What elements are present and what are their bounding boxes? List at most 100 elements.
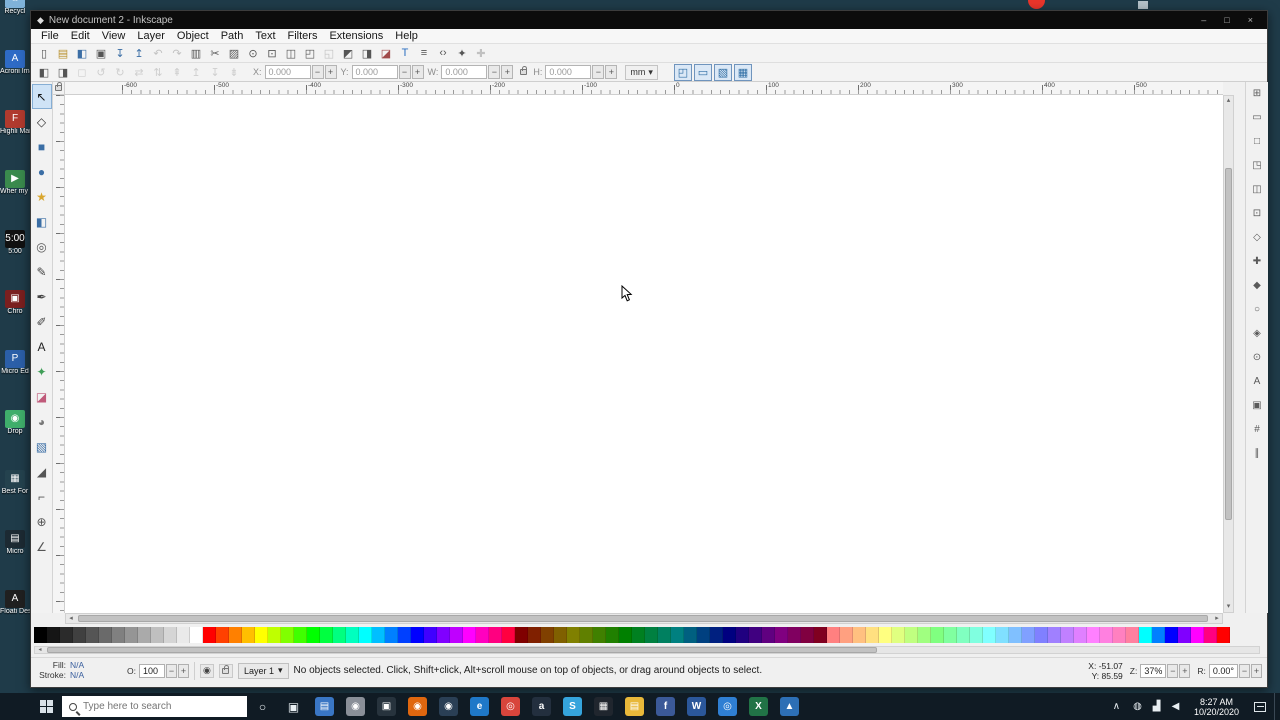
menu-item[interactable]: Text <box>249 30 281 42</box>
file-explorer-app[interactable]: ▤ <box>309 693 340 720</box>
vertical-scrollbar-thumb[interactable] <box>1225 168 1232 520</box>
color-swatch[interactable] <box>515 627 528 643</box>
pencil-tool[interactable]: ✎ <box>32 259 52 284</box>
rotate-ccw-button[interactable]: ↺ <box>92 64 110 80</box>
color-swatch[interactable] <box>411 627 424 643</box>
fill-stroke-dialog-button[interactable]: ◪ <box>377 45 395 61</box>
vertical-ruler[interactable] <box>53 95 65 613</box>
opacity-decrease-button[interactable]: − <box>165 663 177 678</box>
network-icon[interactable]: ▟ <box>1147 693 1166 720</box>
color-swatch[interactable] <box>970 627 983 643</box>
steam-app[interactable]: ◉ <box>433 693 464 720</box>
color-swatch[interactable] <box>567 627 580 643</box>
color-swatch[interactable] <box>866 627 879 643</box>
color-swatch[interactable] <box>853 627 866 643</box>
menu-item[interactable]: Extensions <box>323 30 389 42</box>
color-swatch[interactable] <box>736 627 749 643</box>
paint-app[interactable]: ▲ <box>774 693 805 720</box>
color-swatch[interactable] <box>1087 627 1100 643</box>
media-app[interactable]: ▣ <box>371 693 402 720</box>
color-swatch[interactable] <box>983 627 996 643</box>
color-swatch[interactable] <box>307 627 320 643</box>
snap-bbox-centers-button[interactable]: ⊡ <box>1249 205 1266 221</box>
color-swatch[interactable] <box>918 627 931 643</box>
horizontal-scrollbar-thumb[interactable] <box>78 615 1208 622</box>
increment-button[interactable]: + <box>411 65 424 79</box>
node-tool[interactable]: ◇ <box>32 109 52 134</box>
color-swatch[interactable] <box>1061 627 1074 643</box>
zoom-tool[interactable]: ⊕ <box>32 509 52 534</box>
layer-selector[interactable]: Layer 1 ▾ <box>237 662 289 679</box>
amazon-app[interactable]: a <box>526 693 557 720</box>
scroll-up-icon[interactable]: ▴ <box>1224 96 1233 106</box>
import-button[interactable]: ↧ <box>111 45 129 61</box>
bucket-fill-tool[interactable]: ◕ <box>32 409 52 434</box>
desktop-icon[interactable]: ▤ Micro <box>0 530 30 556</box>
ungroup-button[interactable]: ◨ <box>358 45 376 61</box>
minimize-button[interactable]: – <box>1201 15 1206 25</box>
color-swatch[interactable] <box>1009 627 1022 643</box>
color-swatch[interactable] <box>697 627 710 643</box>
document-properties-button[interactable]: ✦ <box>453 45 471 61</box>
snap-cusp-nodes-button[interactable]: ◆ <box>1249 277 1266 293</box>
preferences-button[interactable]: ✚ <box>472 45 490 61</box>
unlink-clone-button[interactable]: ◱ <box>320 45 338 61</box>
snap-text-baseline-button[interactable]: A <box>1249 373 1266 389</box>
color-swatch[interactable] <box>775 627 788 643</box>
color-swatch[interactable] <box>424 627 437 643</box>
color-swatch[interactable] <box>138 627 151 643</box>
snap-object-centers-button[interactable]: ⊙ <box>1249 349 1266 365</box>
search-input[interactable] <box>83 701 223 712</box>
snap-bbox-corners-button[interactable]: ◳ <box>1249 157 1266 173</box>
opacity-increase-button[interactable]: + <box>177 663 189 678</box>
color-swatch[interactable] <box>1165 627 1178 643</box>
zoom-out-button[interactable]: − <box>1167 663 1179 678</box>
desktop-icon[interactable]: ◉ Drop <box>0 410 30 436</box>
color-swatch[interactable] <box>489 627 502 643</box>
color-swatch[interactable] <box>216 627 229 643</box>
move-transform-button[interactable]: ◰ <box>673 63 692 81</box>
start-button[interactable] <box>30 693 62 720</box>
lower-button[interactable]: ↧ <box>206 64 224 80</box>
increment-button[interactable]: + <box>324 65 337 79</box>
color-swatch[interactable] <box>450 627 463 643</box>
flip-horizontal-button[interactable]: ⇄ <box>130 64 148 80</box>
color-swatch[interactable] <box>554 627 567 643</box>
zoom-drawing-button[interactable]: ⊙ <box>244 45 262 61</box>
lock-ratio-icon[interactable] <box>520 66 528 75</box>
unit-selector[interactable]: mm ▾ <box>625 64 658 80</box>
color-swatch[interactable] <box>177 627 190 643</box>
desktop-icon[interactable]: P Micro Ed <box>0 350 30 376</box>
color-swatch[interactable] <box>762 627 775 643</box>
scroll-right-icon[interactable]: ▸ <box>1212 614 1222 623</box>
color-swatch[interactable] <box>1113 627 1126 643</box>
color-swatch[interactable] <box>151 627 164 643</box>
color-swatch[interactable] <box>125 627 138 643</box>
snap-bounding-box-button[interactable]: ▭ <box>1249 109 1266 125</box>
desktop-icon[interactable]: A Floati Desig <box>0 590 30 616</box>
opacity-input[interactable]: 100 <box>138 663 165 678</box>
palette-scroll-left-icon[interactable]: ◂ <box>35 647 45 654</box>
color-swatch[interactable] <box>1139 627 1152 643</box>
color-swatch[interactable] <box>268 627 281 643</box>
color-swatch[interactable] <box>723 627 736 643</box>
task-view-button[interactable]: ▣ <box>278 693 309 720</box>
rotation-input[interactable]: 0.00° <box>1208 663 1238 678</box>
titlebar[interactable]: ◆ New document 2 - Inkscape – □ × <box>31 11 1267 29</box>
paste-button[interactable]: ▨ <box>225 45 243 61</box>
color-swatch[interactable] <box>190 627 203 643</box>
color-swatch[interactable] <box>1048 627 1061 643</box>
star-tool[interactable]: ★ <box>32 184 52 209</box>
color-swatch[interactable] <box>294 627 307 643</box>
desktop-icon[interactable]: ♻ Recycl <box>0 0 30 16</box>
maximize-button[interactable]: □ <box>1224 15 1229 25</box>
menu-item[interactable]: View <box>96 30 132 42</box>
color-swatch[interactable] <box>1204 627 1217 643</box>
canvas[interactable] <box>65 95 1223 613</box>
text-dialog-button[interactable]: T <box>396 45 414 61</box>
color-swatch[interactable] <box>164 627 177 643</box>
decrement-button[interactable]: − <box>488 65 501 79</box>
color-swatch[interactable] <box>632 627 645 643</box>
color-swatch[interactable] <box>996 627 1009 643</box>
taskbar-clock[interactable]: 8:27 AM 10/20/2020 <box>1187 697 1246 717</box>
